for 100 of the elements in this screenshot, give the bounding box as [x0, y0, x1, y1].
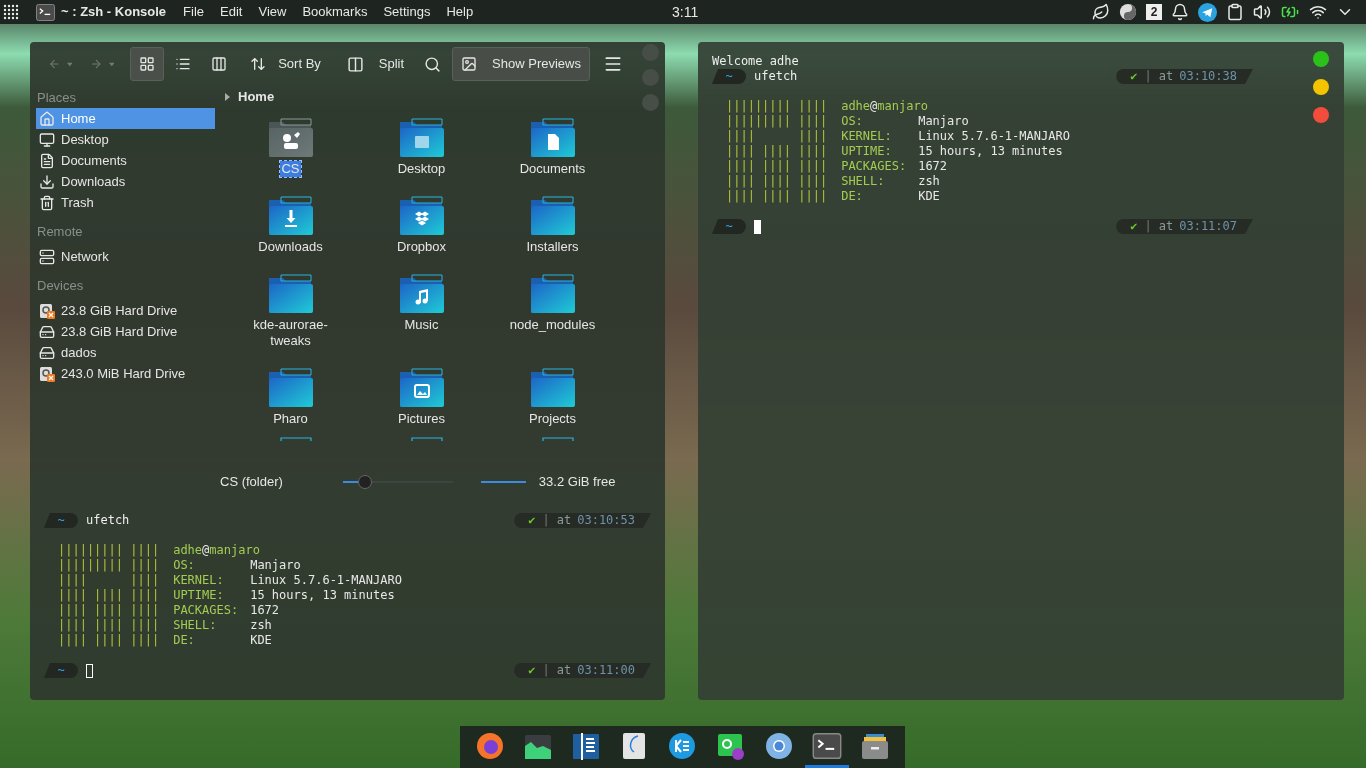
- sidebar-item[interactable]: Documents: [36, 150, 215, 171]
- sidebar-heading: Places: [36, 89, 78, 107]
- folder-icon: [266, 366, 315, 408]
- info-value: 15 hours, 13 minutes: [250, 588, 395, 603]
- qt-creator-icon[interactable]: [716, 731, 745, 760]
- info-value: Linux 5.7.6-1-MANJARO: [250, 573, 402, 588]
- app-launcher-icon[interactable]: [3, 4, 19, 20]
- grid-icon: [139, 56, 156, 72]
- info-value: zsh: [250, 618, 272, 633]
- clock[interactable]: 3:11: [672, 1, 699, 23]
- sidebar-heading: Devices: [36, 277, 85, 295]
- clipboard-icon[interactable]: [1226, 3, 1244, 21]
- sidebar-item[interactable]: Trash: [36, 192, 215, 213]
- folder-icon: [397, 194, 446, 236]
- info-value: Manjaro: [918, 114, 969, 129]
- folder-icon: [397, 116, 446, 158]
- folder-item[interactable]: Dropbox: [356, 194, 487, 255]
- leaf-icon[interactable]: [1092, 3, 1110, 21]
- info-label: UPTIME:: [173, 588, 225, 603]
- folder-item[interactable]: node_modules: [487, 272, 618, 349]
- prompt-at-text: at: [1158, 69, 1174, 84]
- sidebar-item[interactable]: Desktop: [36, 129, 215, 150]
- icons-view-button[interactable]: [130, 47, 165, 81]
- ascii-logo-line: ||||||||| ||||: [58, 558, 160, 573]
- folder-name: Dropbox: [395, 239, 448, 255]
- file-cabinet-icon[interactable]: [860, 731, 889, 760]
- monitor-icon: [39, 131, 55, 148]
- sidebar-item[interactable]: 243.0 MiB Hard Drive: [36, 363, 215, 384]
- sidebar-item[interactable]: dados: [36, 342, 215, 363]
- folder-item[interactable]: Documents: [487, 116, 618, 177]
- browser-icon[interactable]: [476, 731, 505, 760]
- info-value: Manjaro: [250, 558, 301, 573]
- info-value: KDE: [918, 189, 940, 204]
- menu-item[interactable]: Settings: [383, 2, 431, 22]
- folder-item[interactable]: Music: [356, 272, 487, 349]
- sort-by-button[interactable]: Sort By: [242, 47, 329, 81]
- show-previews-button[interactable]: Show Previews: [452, 47, 590, 81]
- folder-item[interactable]: kde-aurorae-tweaks: [225, 272, 356, 349]
- prompt-time: 03:10:38: [1179, 69, 1237, 84]
- download-icon: [39, 173, 55, 190]
- info-value: 1672: [918, 159, 948, 174]
- success-mark: ✔: [1130, 219, 1138, 234]
- ascii-logo-line: |||| |||| ||||: [726, 159, 828, 174]
- sidebar-item[interactable]: 23.8 GiB Hard Drive: [36, 321, 215, 342]
- breadcrumb-item[interactable]: Home: [238, 87, 275, 107]
- notes-icon[interactable]: [572, 731, 601, 760]
- at-sign: @: [202, 543, 210, 558]
- folder-name: Installers: [525, 239, 580, 255]
- folder-item[interactable]: Desktop: [356, 116, 487, 177]
- terminal-output-line: Welcome adhe: [712, 54, 800, 69]
- folder-icon: [528, 194, 577, 236]
- menu-item[interactable]: Edit: [220, 2, 243, 22]
- folder-icon: [397, 366, 446, 408]
- info-value: 15 hours, 13 minutes: [918, 144, 1063, 159]
- workspace-indicator[interactable]: 2: [1146, 4, 1162, 20]
- split-button[interactable]: Split: [338, 47, 413, 81]
- yin-yang-icon[interactable]: [1119, 3, 1137, 21]
- folder-item[interactable]: Projects: [487, 366, 618, 427]
- folder-item[interactable]: Installers: [487, 194, 618, 255]
- info-label: DE:: [841, 189, 864, 204]
- sidebar-item[interactable]: 23.8 GiB Hard Drive: [36, 300, 215, 321]
- ascii-logo-line: |||| ||||: [58, 573, 160, 588]
- prompt-at-text: at: [556, 513, 572, 528]
- expand-arrow-icon[interactable]: [225, 93, 230, 101]
- folder-icon: [266, 116, 315, 158]
- info-label: PACKAGES:: [841, 159, 908, 174]
- hostname-text: manjaro: [877, 99, 928, 114]
- sidebar-item[interactable]: Downloads: [36, 171, 215, 192]
- menu-item[interactable]: View: [258, 2, 287, 22]
- ascii-logo-line: |||| |||| ||||: [726, 144, 828, 159]
- bell-icon[interactable]: [1171, 3, 1189, 21]
- separator-text: |: [542, 663, 550, 678]
- folder-item[interactable]: Pictures: [356, 366, 487, 427]
- folder-item[interactable]: Pharo: [225, 366, 356, 427]
- terminal-icon: [811, 732, 842, 759]
- username-text: adhe: [841, 99, 871, 114]
- prompt-time: 03:11:07: [1179, 219, 1237, 234]
- paper-plane-icon[interactable]: [1198, 2, 1217, 22]
- username-text: adhe: [173, 543, 203, 558]
- wifi-icon[interactable]: [1309, 3, 1327, 21]
- folder-name: kde-aurorae-tweaks: [252, 317, 329, 349]
- ascii-logo-line: |||| |||| ||||: [58, 588, 160, 603]
- menu-item[interactable]: Bookmarks: [302, 2, 368, 22]
- image-icon: [461, 56, 478, 72]
- list-icon: [175, 56, 192, 72]
- menu-item[interactable]: Help: [446, 2, 474, 22]
- chromium-icon[interactable]: [764, 731, 793, 760]
- volume-icon[interactable]: [1253, 3, 1271, 21]
- folder-item[interactable]: Downloads: [225, 194, 356, 255]
- folder-name: Desktop: [396, 161, 447, 177]
- knowledge-base-icon[interactable]: [668, 731, 697, 760]
- sidebar-item[interactable]: Network: [36, 246, 215, 267]
- zoom-slider[interactable]: [342, 475, 453, 489]
- success-mark: ✔: [1130, 69, 1138, 84]
- ascii-logo-line: |||| |||| ||||: [58, 633, 160, 648]
- folder-name: Projects: [528, 411, 577, 427]
- info-label: SHELL:: [173, 618, 218, 633]
- menu-item[interactable]: File: [183, 2, 205, 22]
- hostname-text: manjaro: [209, 543, 260, 558]
- selection-status: CS (folder): [220, 473, 283, 492]
